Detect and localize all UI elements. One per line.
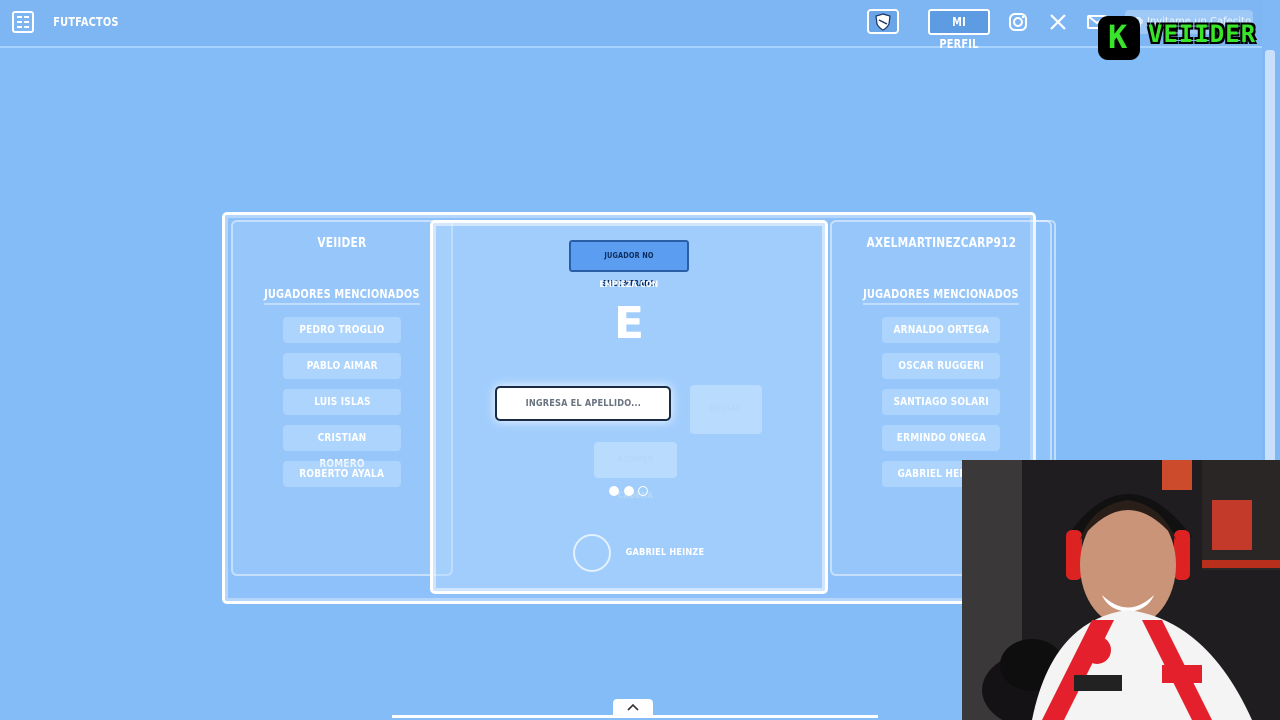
left-mentioned-player: PABLO AIMAR: [283, 353, 401, 379]
right-mentioned-player: OSCAR RUGGERI: [882, 353, 1000, 379]
turn-player-avatar: [573, 534, 611, 572]
streamer-watermark: K VEIIDER: [1098, 16, 1268, 60]
my-profile-label: MI PERFIL: [939, 15, 979, 51]
break-chain-label: ROMPER CADENA: [617, 455, 654, 501]
left-player-name: VEIIDER: [317, 236, 367, 251]
watermark-k-logo: K: [1098, 16, 1140, 60]
brand-name[interactable]: FUTFACTOS: [53, 15, 118, 29]
right-mentioned-player: ERMINDO ONEGA: [882, 425, 1000, 451]
instagram-icon[interactable]: [1008, 12, 1028, 32]
logo-icon[interactable]: [12, 11, 34, 33]
left-section-title: JUGADORES MENCIONADOS: [231, 287, 453, 305]
right-mentioned-player: SANTIAGO SOLARI: [882, 389, 1000, 415]
send-label: ENVIAR: [709, 404, 743, 414]
streamer-camera-image: [962, 460, 1280, 720]
progress-dot-filled: [624, 486, 634, 496]
my-profile-button[interactable]: MI PERFIL: [928, 9, 990, 51]
chain-progress-dots: [609, 486, 653, 498]
required-letter: E: [613, 298, 645, 349]
progress-dot-empty: [638, 486, 648, 496]
shield-icon: [875, 12, 891, 31]
webcam-overlay: [962, 460, 1280, 720]
x-icon[interactable]: [1048, 12, 1068, 32]
progress-dot-filled: [609, 486, 619, 496]
left-mentioned-player: CRISTIAN ROMERO: [283, 425, 401, 470]
watermark-letter: K: [1108, 18, 1128, 56]
surname-input-placeholder: INGRESA EL APELLIDO...: [525, 398, 641, 409]
right-player-name: AXELMARTINEZCARP912: [866, 236, 1016, 251]
bottom-progress-line: [392, 715, 878, 718]
scrollbar-thumb[interactable]: [1265, 50, 1275, 470]
watermark-text: VEIIDER: [1148, 20, 1257, 48]
break-chain-button[interactable]: ROMPER CADENA: [594, 442, 677, 501]
right-mentioned-player: ARNALDO ORTEGA: [882, 317, 1000, 343]
chevron-up-icon: [627, 703, 639, 711]
top-navbar: FUTFACTOS MI PERFIL Invitame un Cafecito: [0, 0, 1262, 51]
send-button[interactable]: ENVIAR: [690, 385, 762, 434]
starts-with-label: EMPIEZA CON: [599, 280, 659, 290]
left-mentioned-player: LUIS ISLAS: [283, 389, 401, 415]
left-mentioned-player: PEDRO TROGLIO: [283, 317, 401, 343]
club-shield-button[interactable]: [867, 9, 899, 34]
left-mentioned-player: ROBERTO AYALA: [283, 461, 401, 487]
right-section-title: JUGADORES MENCIONADOS: [830, 287, 1052, 305]
surname-input[interactable]: INGRESA EL APELLIDO...: [495, 386, 671, 421]
player-not-found-alert: JUGADOR NO ENCONTRADO: [569, 240, 689, 288]
turn-player-name: GABRIEL HEINZE: [625, 547, 705, 558]
